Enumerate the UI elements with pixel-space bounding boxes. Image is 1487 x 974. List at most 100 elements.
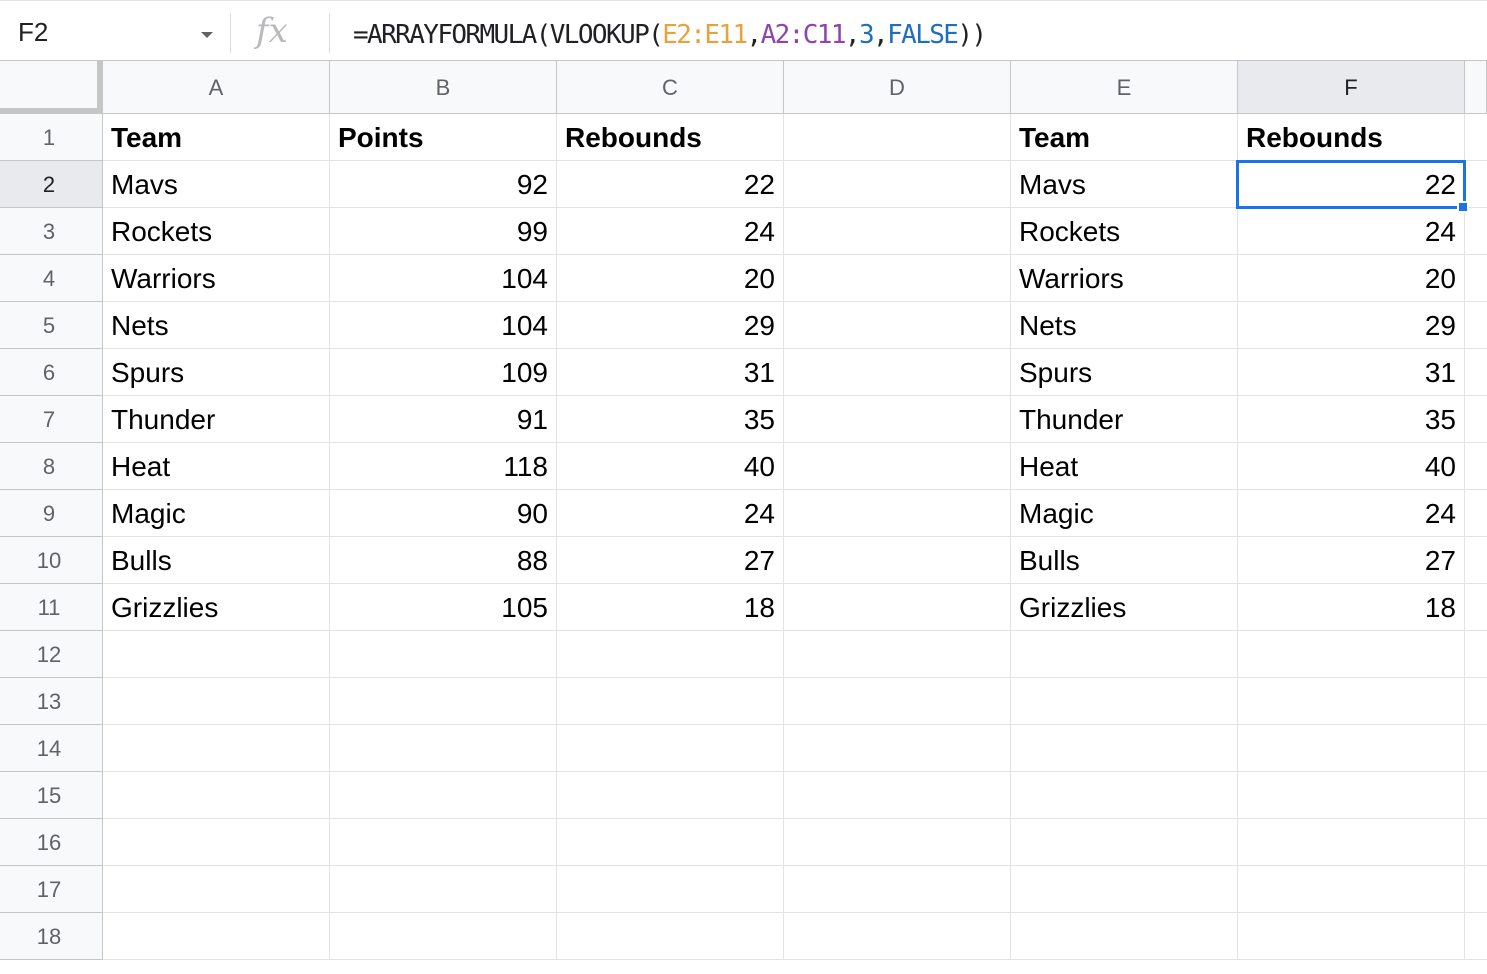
cell-e6[interactable]: Spurs bbox=[1011, 349, 1238, 396]
column-header-c[interactable]: C bbox=[557, 61, 784, 114]
cell-b10[interactable]: 88 bbox=[330, 537, 557, 584]
cell-f7[interactable]: 35 bbox=[1238, 396, 1465, 443]
cell-c1[interactable]: Rebounds bbox=[557, 114, 784, 161]
cell-f6[interactable]: 31 bbox=[1238, 349, 1465, 396]
fill-handle[interactable] bbox=[1457, 201, 1469, 213]
cell-b16[interactable] bbox=[330, 819, 557, 866]
cell-d6[interactable] bbox=[784, 349, 1011, 396]
cell-c3[interactable]: 24 bbox=[557, 208, 784, 255]
cell-c9[interactable]: 24 bbox=[557, 490, 784, 537]
cell-c4[interactable]: 20 bbox=[557, 255, 784, 302]
column-header-e[interactable]: E bbox=[1011, 61, 1238, 114]
cell-f3[interactable]: 24 bbox=[1238, 208, 1465, 255]
cell-f5[interactable]: 29 bbox=[1238, 302, 1465, 349]
cell-d9[interactable] bbox=[784, 490, 1011, 537]
cell-b17[interactable] bbox=[330, 866, 557, 913]
row-header-1[interactable]: 1 bbox=[0, 114, 103, 161]
cell-a12[interactable] bbox=[103, 631, 330, 678]
cell-d5[interactable] bbox=[784, 302, 1011, 349]
cell-b2[interactable]: 92 bbox=[330, 161, 557, 208]
row-header-7[interactable]: 7 bbox=[0, 396, 103, 443]
row-header-11[interactable]: 11 bbox=[0, 584, 103, 631]
cell-b4[interactable]: 104 bbox=[330, 255, 557, 302]
row-header-8[interactable]: 8 bbox=[0, 443, 103, 490]
cell-a15[interactable] bbox=[103, 772, 330, 819]
cell-a16[interactable] bbox=[103, 819, 330, 866]
cell-a8[interactable]: Heat bbox=[103, 443, 330, 490]
cell-e12[interactable] bbox=[1011, 631, 1238, 678]
cell-d13[interactable] bbox=[784, 678, 1011, 725]
cell-f8[interactable]: 40 bbox=[1238, 443, 1465, 490]
cell-f1[interactable]: Rebounds bbox=[1238, 114, 1465, 161]
cell-e17[interactable] bbox=[1011, 866, 1238, 913]
cell-d2[interactable] bbox=[784, 161, 1011, 208]
cell-e8[interactable]: Heat bbox=[1011, 443, 1238, 490]
cell-e9[interactable]: Magic bbox=[1011, 490, 1238, 537]
cell-c5[interactable]: 29 bbox=[557, 302, 784, 349]
cell-d16[interactable] bbox=[784, 819, 1011, 866]
name-box[interactable]: F2 bbox=[0, 7, 228, 57]
cell-a14[interactable] bbox=[103, 725, 330, 772]
cell-a2[interactable]: Mavs bbox=[103, 161, 330, 208]
cell-e7[interactable]: Thunder bbox=[1011, 396, 1238, 443]
cell-f2[interactable]: 22 bbox=[1238, 161, 1465, 208]
cell-c15[interactable] bbox=[557, 772, 784, 819]
row-header-12[interactable]: 12 bbox=[0, 631, 103, 678]
cell-e11[interactable]: Grizzlies bbox=[1011, 584, 1238, 631]
cell-b18[interactable] bbox=[330, 913, 557, 960]
cell-c13[interactable] bbox=[557, 678, 784, 725]
row-header-14[interactable]: 14 bbox=[0, 725, 103, 772]
cell-b11[interactable]: 105 bbox=[330, 584, 557, 631]
cell-a10[interactable]: Bulls bbox=[103, 537, 330, 584]
cell-a3[interactable]: Rockets bbox=[103, 208, 330, 255]
cell-d11[interactable] bbox=[784, 584, 1011, 631]
cell-e1[interactable]: Team bbox=[1011, 114, 1238, 161]
select-all-corner[interactable] bbox=[0, 61, 103, 114]
cell-b9[interactable]: 90 bbox=[330, 490, 557, 537]
cell-c6[interactable]: 31 bbox=[557, 349, 784, 396]
column-header-a[interactable]: A bbox=[103, 61, 330, 114]
cell-f13[interactable] bbox=[1238, 678, 1465, 725]
cell-d1[interactable] bbox=[784, 114, 1011, 161]
cell-a18[interactable] bbox=[103, 913, 330, 960]
cell-d18[interactable] bbox=[784, 913, 1011, 960]
cell-c12[interactable] bbox=[557, 631, 784, 678]
cell-d12[interactable] bbox=[784, 631, 1011, 678]
cell-c8[interactable]: 40 bbox=[557, 443, 784, 490]
row-header-17[interactable]: 17 bbox=[0, 866, 103, 913]
cell-d3[interactable] bbox=[784, 208, 1011, 255]
cell-b8[interactable]: 118 bbox=[330, 443, 557, 490]
cell-b13[interactable] bbox=[330, 678, 557, 725]
cell-e5[interactable]: Nets bbox=[1011, 302, 1238, 349]
cell-e3[interactable]: Rockets bbox=[1011, 208, 1238, 255]
cell-e14[interactable] bbox=[1011, 725, 1238, 772]
cell-d14[interactable] bbox=[784, 725, 1011, 772]
cell-b12[interactable] bbox=[330, 631, 557, 678]
row-header-15[interactable]: 15 bbox=[0, 772, 103, 819]
row-header-13[interactable]: 13 bbox=[0, 678, 103, 725]
cell-c17[interactable] bbox=[557, 866, 784, 913]
row-header-10[interactable]: 10 bbox=[0, 537, 103, 584]
cell-b14[interactable] bbox=[330, 725, 557, 772]
cell-d10[interactable] bbox=[784, 537, 1011, 584]
cell-f4[interactable]: 20 bbox=[1238, 255, 1465, 302]
column-header-f[interactable]: F bbox=[1238, 61, 1465, 114]
cell-a11[interactable]: Grizzlies bbox=[103, 584, 330, 631]
row-header-6[interactable]: 6 bbox=[0, 349, 103, 396]
cell-b6[interactable]: 109 bbox=[330, 349, 557, 396]
cell-c7[interactable]: 35 bbox=[557, 396, 784, 443]
cell-a9[interactable]: Magic bbox=[103, 490, 330, 537]
cell-f11[interactable]: 18 bbox=[1238, 584, 1465, 631]
cell-d4[interactable] bbox=[784, 255, 1011, 302]
cell-b5[interactable]: 104 bbox=[330, 302, 557, 349]
cell-f12[interactable] bbox=[1238, 631, 1465, 678]
row-header-16[interactable]: 16 bbox=[0, 819, 103, 866]
cell-d17[interactable] bbox=[784, 866, 1011, 913]
cell-b7[interactable]: 91 bbox=[330, 396, 557, 443]
cell-c10[interactable]: 27 bbox=[557, 537, 784, 584]
cell-f17[interactable] bbox=[1238, 866, 1465, 913]
cell-c16[interactable] bbox=[557, 819, 784, 866]
row-header-5[interactable]: 5 bbox=[0, 302, 103, 349]
column-header-d[interactable]: D bbox=[784, 61, 1011, 114]
cell-e13[interactable] bbox=[1011, 678, 1238, 725]
